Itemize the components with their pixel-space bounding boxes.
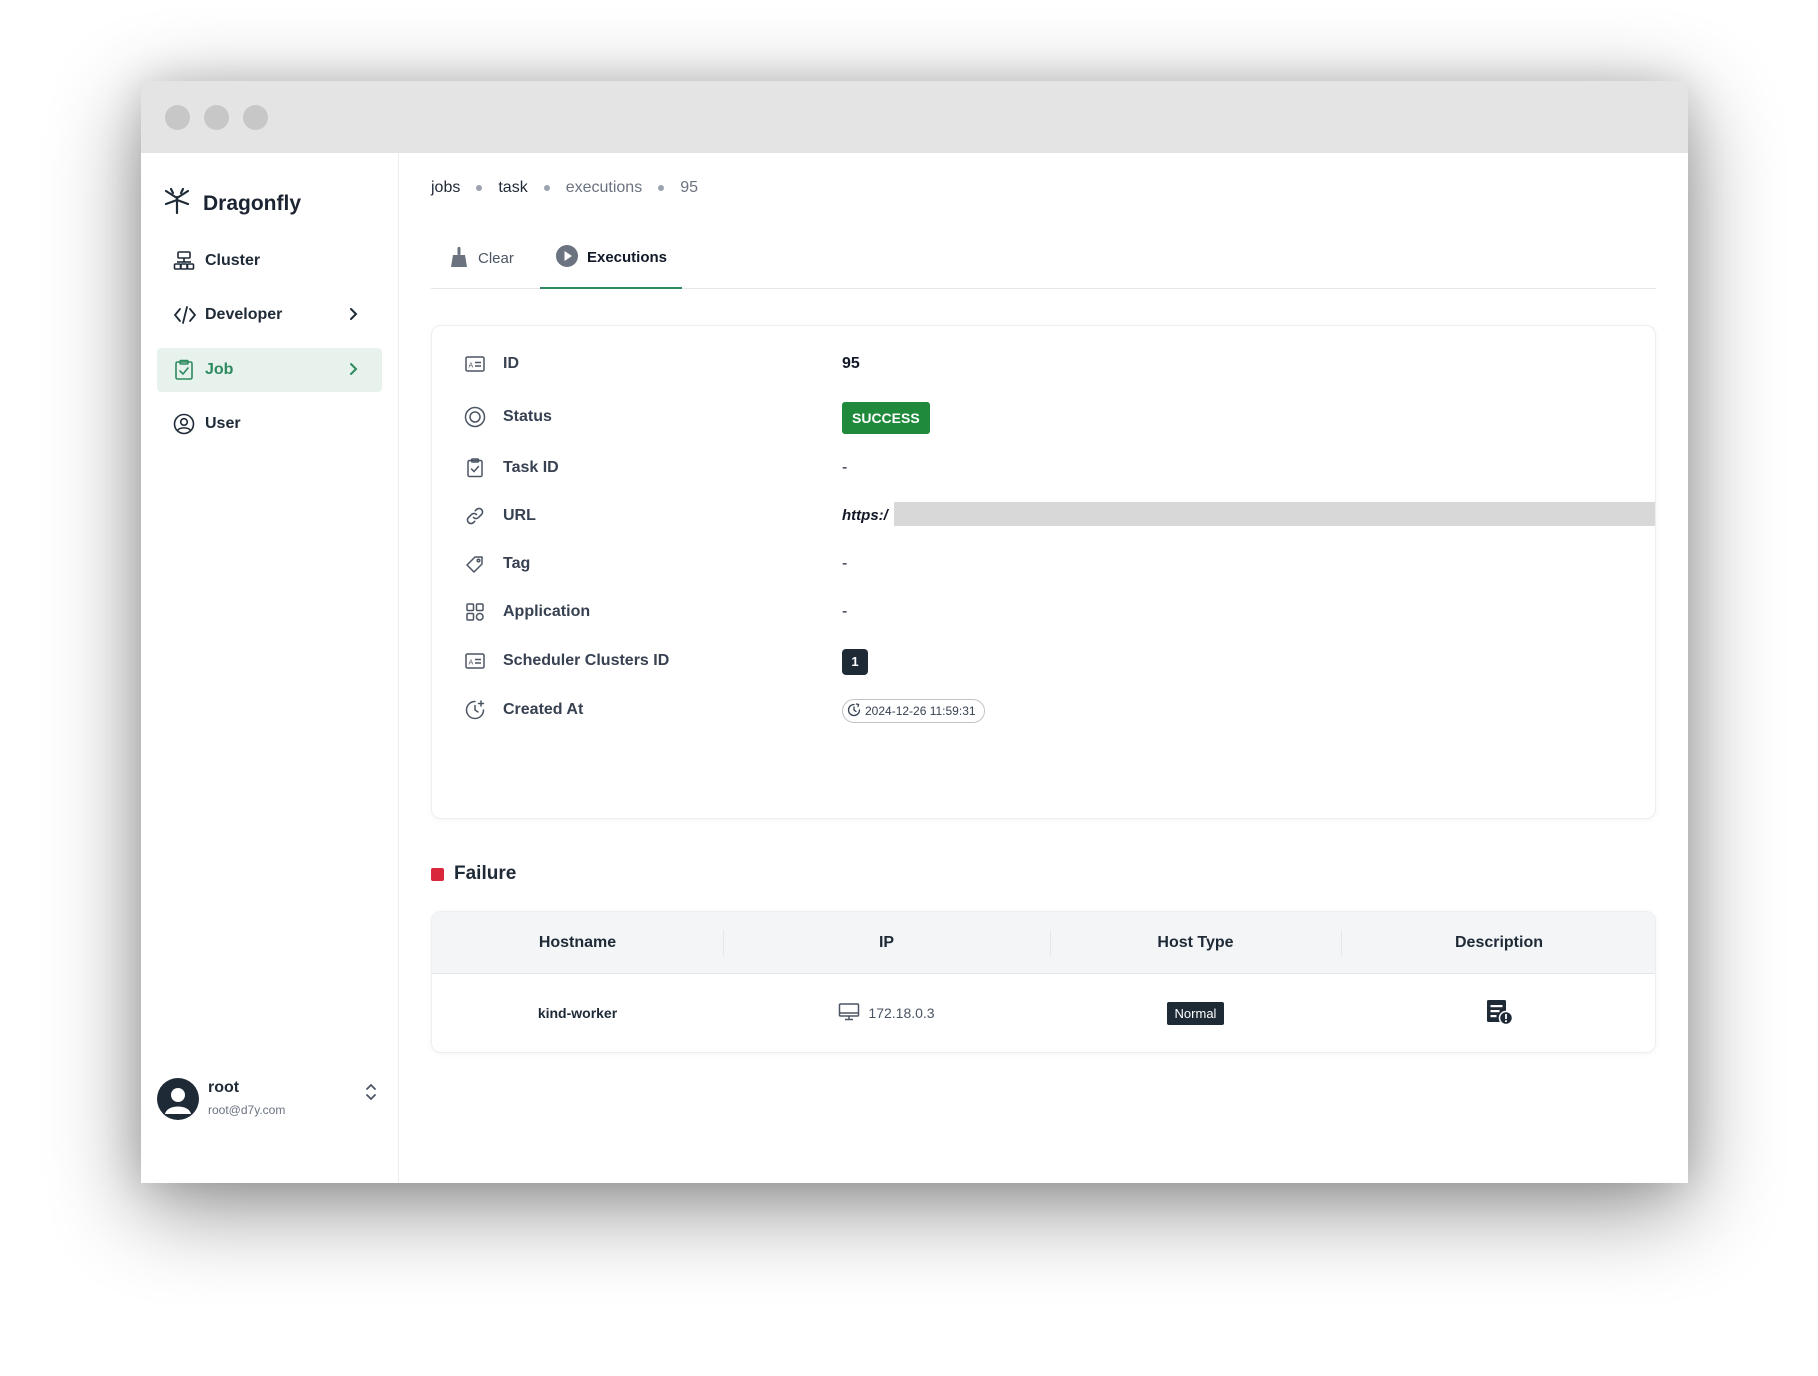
svg-text:A: A [469,659,474,667]
tab-executions[interactable]: Executions [540,228,682,289]
cell-host-type: Normal [1050,974,1341,1052]
user-account-switcher[interactable]: root root@d7y.com [157,1075,382,1125]
sidebar-item-user[interactable]: User [157,402,382,446]
failure-section-title: Failure [431,863,516,885]
host-type-badge: Normal [1166,1001,1225,1025]
chevron-right-icon [348,361,360,382]
scheduler-cluster-id-badge[interactable]: 1 [842,649,868,675]
cell-description [1341,974,1655,1052]
column-header-description: Description [1341,912,1655,974]
brand-name: Dragonfly [203,191,302,215]
detail-value-application: - [842,603,848,620]
detail-value-url[interactable]: https:/ [842,507,888,524]
chevron-up-down-icon[interactable] [364,1081,378,1108]
user-circle-icon [173,413,195,435]
sidebar-item-developer[interactable]: Developer [157,293,382,337]
detail-label: ID [503,355,519,372]
breadcrumb: jobs task executions 95 [431,179,698,197]
window-minimize-dot[interactable] [204,105,229,130]
detail-label: Task ID [503,459,559,476]
clock-plus-icon [464,699,486,721]
sidebar-item-cluster[interactable]: Cluster [157,239,382,283]
detail-label: Tag [503,555,531,572]
status-circle-icon [464,406,486,428]
detail-row-url: URL https:/ [464,501,1655,531]
detail-value-id: 95 [842,355,860,372]
detail-label: URL [503,507,536,524]
monitor-icon [838,1002,860,1025]
breadcrumb-separator [658,185,665,191]
tab-bar: Clear Executions [431,228,1656,289]
breadcrumb-separator [543,185,550,191]
svg-text:A: A [469,362,474,370]
created-at-chip: 2024-12-26 11:59:31 [842,699,985,723]
detail-row-status: Status SUCCESS [464,402,1624,434]
sidebar-item-label: Cluster [205,252,261,269]
clipboard-check-icon [173,359,195,381]
avatar [157,1078,199,1120]
detail-row-created-at: Created At 2024-12-26 11:59:31 [464,695,1624,725]
detail-value-tag: - [842,555,848,572]
brand[interactable]: Dragonfly [163,187,301,220]
failure-table: Hostname IP Host Type Description kind-w… [431,911,1656,1053]
detail-row-tag: Tag - [464,549,1624,579]
sidebar-item-job[interactable]: Job [157,348,382,392]
failure-indicator [431,867,444,881]
breadcrumb-task[interactable]: task [498,179,527,197]
window-maximize-dot[interactable] [243,105,268,130]
link-icon [464,505,486,527]
chevron-right-icon [348,306,360,327]
broom-icon [448,246,470,272]
status-badge: SUCCESS [842,402,930,434]
cell-ip: 172.18.0.3 [723,974,1050,1052]
detail-row-scheduler-clusters-id: A Scheduler Clusters ID 1 [464,646,1624,676]
dragonfly-logo-icon [163,187,191,220]
cell-hostname: kind-worker [537,1005,618,1021]
detail-row-application: Application - [464,597,1624,627]
tag-icon [464,553,486,575]
cluster-icon [173,250,195,272]
user-name: root [208,1079,240,1096]
window-titlebar [141,81,1688,153]
error-log-icon[interactable] [1484,997,1514,1030]
code-icon [173,304,197,326]
id-card-icon: A [464,353,486,375]
breadcrumb-separator [476,185,483,191]
execution-details-card: A ID 95 Status SUCCESS Task ID - URL htt… [431,325,1656,819]
id-card-icon: A [464,650,486,672]
breadcrumb-executions[interactable]: executions [566,179,643,197]
detail-row-task-id: Task ID - [464,453,1624,483]
column-header-ip: IP [723,912,1050,974]
tab-label: Clear [478,250,514,267]
detail-label: Scheduler Clusters ID [503,652,670,669]
detail-label: Application [503,603,591,620]
apps-grid-icon [464,601,486,623]
breadcrumb-current: 95 [680,179,698,196]
detail-label: Created At [503,701,584,718]
detail-row-id: A ID 95 [464,349,1624,379]
browser-window: Dragonfly Cluster Developer Job User roo… [141,81,1688,1183]
user-email: root@d7y.com [208,1103,286,1117]
column-header-host-type: Host Type [1050,912,1341,974]
window-close-dot[interactable] [165,105,190,130]
clipboard-check-icon [464,457,486,479]
table-header: Hostname IP Host Type Description [432,912,1655,974]
sidebar-item-label: Job [205,361,234,378]
play-circle-icon [555,244,579,272]
tab-label: Executions [586,249,668,266]
column-header-hostname: Hostname [538,934,617,951]
sidebar-item-label: Developer [205,306,283,323]
clock-refresh-icon [847,702,861,720]
redacted-url-mask [894,502,1655,526]
created-at-value: 2024-12-26 11:59:31 [865,704,976,718]
sidebar: Dragonfly Cluster Developer Job User roo… [141,153,399,1183]
failure-title: Failure [454,863,517,884]
sidebar-item-label: User [205,415,241,432]
tab-clear[interactable]: Clear [448,228,514,289]
detail-label: Status [503,408,552,425]
detail-value-task-id: - [842,459,848,476]
cell-ip-value: 172.18.0.3 [868,1005,935,1021]
breadcrumb-jobs[interactable]: jobs [431,179,460,197]
